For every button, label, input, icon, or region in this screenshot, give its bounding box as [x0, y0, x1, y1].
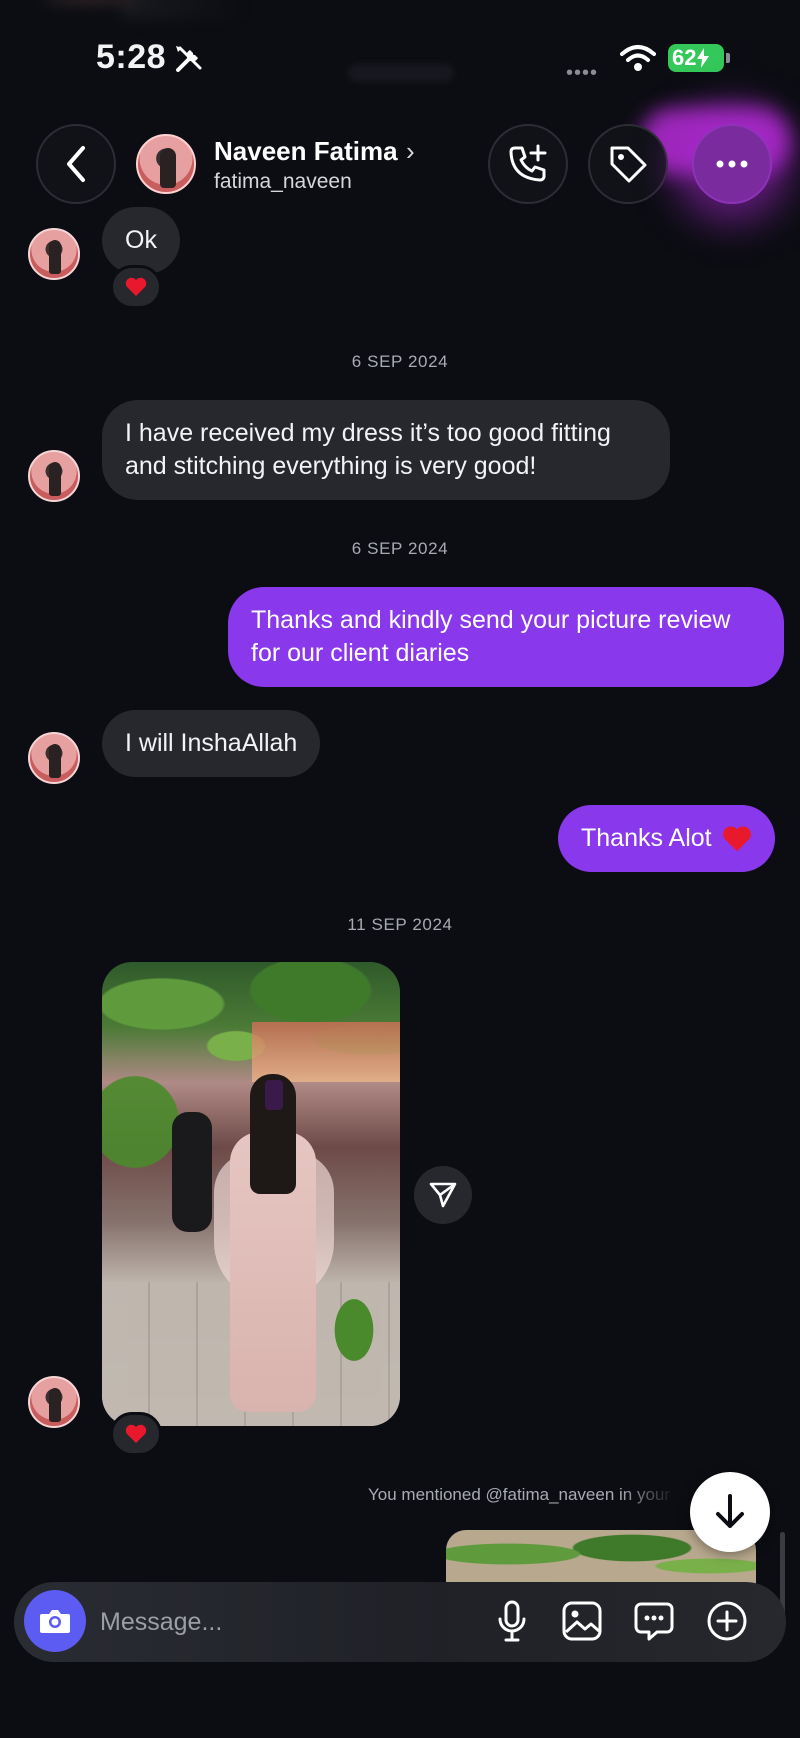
charging-bolt-icon — [697, 48, 710, 68]
message-input[interactable] — [100, 1600, 460, 1644]
signal-dots-icon: •••• — [566, 62, 599, 84]
back-button[interactable] — [36, 124, 116, 204]
message-text-line: I have received my dress it’s too good f… — [125, 419, 611, 447]
photo-message[interactable] — [102, 962, 400, 1426]
more-horizontal-icon — [716, 160, 748, 168]
microphone-button[interactable] — [489, 1598, 535, 1644]
sticker-button[interactable] — [631, 1598, 677, 1644]
contact-avatar[interactable] — [136, 134, 196, 194]
sender-avatar[interactable] — [28, 732, 80, 784]
heart-emoji-icon — [722, 825, 751, 851]
sender-avatar[interactable] — [28, 228, 80, 280]
call-button[interactable] — [488, 124, 568, 204]
battery-level: 62 — [672, 45, 697, 70]
microphone-icon — [498, 1600, 526, 1642]
status-time: 5:28 — [96, 38, 167, 76]
tag-button[interactable] — [588, 124, 668, 204]
date-separator: 6 SEP 2024 — [351, 539, 449, 558]
outgoing-message[interactable]: Thanks Alot — [558, 805, 775, 872]
date-separator: 6 SEP 2024 — [351, 352, 449, 371]
gallery-button[interactable] — [559, 1598, 605, 1644]
wifi-icon — [620, 45, 656, 71]
reaction-badge[interactable] — [110, 1412, 162, 1456]
mention-fade — [620, 1480, 700, 1510]
message-text-line: Thanks and kindly send your picture revi… — [251, 606, 731, 634]
contact-name[interactable]: Naveen Fatima — [214, 136, 398, 167]
faded-previous-row — [20, 0, 260, 20]
plus-button[interactable] — [704, 1598, 750, 1644]
incoming-message[interactable]: I will InshaAllah — [102, 710, 321, 777]
send-icon — [429, 1182, 457, 1208]
profile-chevron-icon[interactable]: › — [406, 136, 415, 167]
message-text: Thanks Alot — [581, 824, 712, 852]
sticker-icon — [634, 1602, 674, 1641]
gallery-icon — [562, 1601, 602, 1641]
camera-button[interactable] — [24, 1590, 86, 1652]
more-button[interactable] — [692, 124, 772, 204]
chevron-left-icon — [67, 146, 85, 182]
date-separator: 11 SEP 2024 — [347, 915, 453, 934]
scroll-to-bottom-button[interactable] — [690, 1472, 770, 1552]
incoming-message[interactable]: Ok — [102, 207, 180, 274]
plus-circle-icon — [707, 1601, 747, 1641]
incoming-message[interactable]: I have received my dress it’s too good f… — [102, 400, 670, 500]
heart-icon — [125, 277, 147, 296]
sender-avatar[interactable] — [28, 1376, 80, 1428]
share-button[interactable] — [414, 1166, 472, 1224]
arrow-down-icon — [716, 1494, 744, 1528]
tools-icon — [176, 46, 202, 72]
message-text: Ok — [125, 226, 157, 254]
contact-handle: fatima_naveen — [214, 170, 352, 193]
message-text-line: and stitching everything is very good! — [125, 452, 537, 480]
battery-tip — [726, 53, 730, 63]
camera-icon — [40, 1610, 70, 1633]
battery-indicator: 62 — [668, 44, 724, 72]
tag-icon — [610, 146, 647, 183]
message-text-line: for our client diaries — [251, 639, 470, 667]
faded-header-text — [348, 64, 454, 82]
message-text: I will InshaAllah — [125, 729, 298, 757]
phone-plus-icon — [509, 144, 547, 182]
outgoing-message[interactable]: Thanks and kindly send your picture revi… — [228, 587, 784, 687]
sender-avatar[interactable] — [28, 450, 80, 502]
reaction-badge[interactable] — [110, 265, 162, 309]
heart-icon — [125, 1424, 147, 1443]
